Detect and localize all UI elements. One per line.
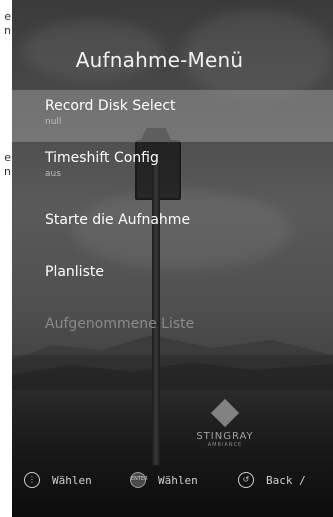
hint-label: Wählen (158, 473, 198, 487)
hint-navigate: ⋮ Wählen (24, 472, 92, 488)
hint-back: ↺ Back / (238, 472, 306, 488)
menu-title: Aufnahme-Menü (75, 48, 244, 72)
tv-screen: Aufnahme-Menü Record Disk Select null Ti… (12, 0, 333, 517)
stingray-icon (210, 398, 240, 428)
menu-item-start-recording[interactable]: Starte die Aufnahme (12, 196, 333, 248)
menu-item-timeshift-config[interactable]: Timeshift Config aus (12, 142, 333, 196)
menu-item-recorded-list[interactable]: Aufgenommene Liste (12, 300, 333, 344)
clipped-text: n (4, 24, 11, 37)
clipped-text: n (4, 165, 11, 178)
key-hint-bar: ⋮ Wählen ENTER Wählen ↺ Back / (12, 470, 333, 494)
left-margin-strip: e n e n (0, 0, 12, 517)
menu-item-schedule-list[interactable]: Planliste (12, 248, 333, 300)
logo-subtitle: AMBIANCE (207, 442, 243, 448)
enter-icon: ENTER (130, 472, 148, 488)
menu-item-label: Timeshift Config (45, 150, 159, 166)
menu-item-label: Starte die Aufnahme (45, 212, 191, 228)
menu-item-value: null (45, 117, 62, 127)
screen: e n e n Aufnahme-Menü Record Disk Select… (0, 0, 333, 517)
recording-menu: Record Disk Select null Timeshift Config… (12, 90, 333, 344)
menu-item-value: aus (45, 169, 61, 179)
stingray-logo: STINGRAY AMBIANCE (195, 398, 255, 448)
menu-item-record-disk-select[interactable]: Record Disk Select null (12, 90, 333, 142)
logo-name: STINGRAY (196, 431, 254, 442)
clipped-text: e (4, 151, 11, 164)
menu-item-label: Record Disk Select (45, 98, 176, 114)
dpad-icon: ⋮ (24, 472, 40, 488)
back-icon: ↺ (238, 472, 254, 488)
hint-label: Wählen (52, 473, 92, 487)
clipped-text: e (4, 10, 11, 23)
hint-label: Back / (266, 473, 306, 487)
hint-enter: ENTER Wählen (130, 472, 198, 488)
menu-item-label: Aufgenommene Liste (45, 316, 195, 332)
menu-item-label: Planliste (45, 264, 104, 280)
